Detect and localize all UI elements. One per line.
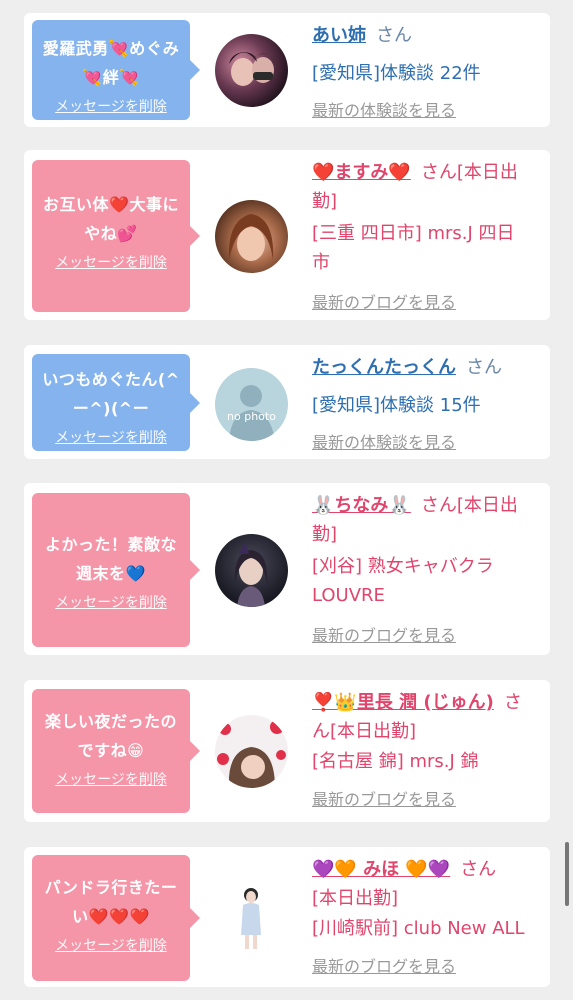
- user-detail: [三重 四日市] mrs.J 四日: [312, 223, 515, 244]
- message-text: 週末を💙: [76, 564, 146, 583]
- delete-message-link[interactable]: メッセージを削除: [38, 96, 184, 116]
- avatar[interactable]: [215, 534, 288, 607]
- honorific: さん[本日出: [420, 495, 518, 516]
- user-detail: [名古屋 錦] mrs.J 錦: [312, 751, 479, 772]
- user-detail: [愛知県]体験談 22件: [312, 63, 481, 84]
- message-text: やね💕: [84, 224, 138, 243]
- delete-message-link[interactable]: メッセージを削除: [38, 769, 184, 789]
- message-card: いつもめぐたん(^ ー^)(^ー メッセージを削除 no photo たっくんた…: [24, 345, 550, 459]
- message-card: 楽しい夜だったの ですね😁 メッセージを削除 ❣️👑里長 潤 (じゅん) さ ん[…: [24, 680, 550, 822]
- latest-reviews-link[interactable]: 最新の体験談を見る: [312, 429, 544, 453]
- message-bubble: 楽しい夜だったの ですね😁 メッセージを削除: [32, 689, 200, 813]
- delete-message-link[interactable]: メッセージを削除: [38, 252, 184, 272]
- honorific: さん: [376, 25, 412, 46]
- user-info: ❤️ますみ❤️ さん[本日出 勤] [三重 四日市] mrs.J 四日 市 最新の…: [312, 158, 544, 313]
- avatar[interactable]: [215, 34, 288, 107]
- user-name-link[interactable]: 💜🧡 みほ 🧡💜: [312, 859, 450, 880]
- message-card: パンドラ行きたー い❤️❤️❤️ メッセージを削除 💜🧡 みほ 🧡💜 さん [本日…: [24, 847, 550, 987]
- message-text: よかった！素敵な: [44, 535, 177, 554]
- honorific: さ: [503, 692, 522, 713]
- user-info: 💜🧡 みほ 🧡💜 さん [本日出勤] [川崎駅前] club New ALL 最新…: [312, 855, 544, 977]
- user-name-link[interactable]: たっくんたっくん: [312, 357, 456, 378]
- message-bubble: 愛羅武勇💘めぐみ 💘絆💘 メッセージを削除: [32, 20, 200, 120]
- message-bubble: いつもめぐたん(^ ー^)(^ー メッセージを削除: [32, 354, 200, 451]
- user-info: たっくんたっくん さん [愛知県]体験談 15件 最新の体験談を見る: [312, 353, 544, 453]
- user-detail: LOUVRE: [312, 585, 385, 606]
- honorific: さん[本日出: [420, 162, 518, 183]
- message-card: お互い体❤️大事に やね💕 メッセージを削除 ❤️ますみ❤️ さん[本日出 勤] …: [24, 150, 550, 320]
- user-detail: [愛知県]体験談 15件: [312, 395, 481, 416]
- work-status: ん[本日出勤]: [312, 721, 417, 742]
- latest-blog-link[interactable]: 最新のブログを見る: [312, 786, 544, 810]
- delete-message-link[interactable]: メッセージを削除: [38, 592, 184, 612]
- avatar[interactable]: [215, 881, 288, 954]
- no-photo-label: no photo: [227, 410, 276, 423]
- user-info: ❣️👑里長 潤 (じゅん) さ ん[本日出勤] [名古屋 錦] mrs.J 錦 最…: [312, 688, 544, 810]
- work-status: [本日出勤]: [312, 888, 399, 909]
- avatar[interactable]: [215, 200, 288, 273]
- latest-reviews-link[interactable]: 最新の体験談を見る: [312, 97, 544, 121]
- message-text: 💘絆💘: [82, 68, 140, 87]
- message-card: よかった！素敵な 週末を💙 メッセージを削除 🐰ちなみ🐰 さん[本日出 勤] [刈…: [24, 483, 550, 655]
- message-text: い❤️❤️❤️: [72, 907, 150, 926]
- user-name-link[interactable]: ❣️👑里長 潤 (じゅん): [312, 692, 494, 713]
- latest-blog-link[interactable]: 最新のブログを見る: [312, 289, 544, 313]
- honorific: さん: [460, 859, 497, 880]
- latest-blog-link[interactable]: 最新のブログを見る: [312, 622, 544, 646]
- user-name-link[interactable]: あい姉: [312, 25, 366, 46]
- message-bubble: よかった！素敵な 週末を💙 メッセージを削除: [32, 493, 200, 647]
- avatar[interactable]: [215, 715, 288, 788]
- user-name-link[interactable]: 🐰ちなみ🐰: [312, 495, 411, 516]
- work-status: 勤]: [312, 191, 338, 212]
- user-name-link[interactable]: ❤️ますみ❤️: [312, 162, 411, 183]
- avatar[interactable]: no photo: [215, 368, 288, 441]
- message-text: ですね😁: [77, 741, 145, 760]
- message-text: お互い体❤️大事に: [43, 195, 179, 214]
- honorific: さん: [466, 357, 502, 378]
- user-detail: 市: [312, 252, 330, 273]
- delete-message-link[interactable]: メッセージを削除: [38, 935, 184, 955]
- latest-blog-link[interactable]: 最新のブログを見る: [312, 953, 544, 977]
- scrollbar[interactable]: [565, 842, 569, 906]
- work-status: 勤]: [312, 524, 338, 545]
- message-text: ー^)(^ー: [72, 399, 150, 418]
- user-info: あい姉 さん [愛知県]体験談 22件 最新の体験談を見る: [312, 21, 544, 121]
- message-card: 愛羅武勇💘めぐみ 💘絆💘 メッセージを削除 あい姉 さん [愛知県]体験談 22件…: [24, 13, 550, 127]
- message-text: 愛羅武勇💘めぐみ: [42, 39, 180, 58]
- message-bubble: パンドラ行きたー い❤️❤️❤️ メッセージを削除: [32, 855, 200, 981]
- message-text: いつもめぐたん(^: [42, 370, 180, 389]
- user-detail: [川崎駅前] club New ALL: [312, 918, 525, 939]
- delete-message-link[interactable]: メッセージを削除: [38, 427, 184, 447]
- message-text: パンドラ行きたー: [44, 878, 178, 897]
- user-info: 🐰ちなみ🐰 さん[本日出 勤] [刈谷] 熟女キャバクラ LOUVRE 最新のブロ…: [312, 491, 544, 646]
- message-bubble: お互い体❤️大事に やね💕 メッセージを削除: [32, 160, 200, 312]
- user-detail: [刈谷] 熟女キャバクラ: [312, 556, 494, 577]
- message-text: 楽しい夜だったの: [44, 712, 177, 731]
